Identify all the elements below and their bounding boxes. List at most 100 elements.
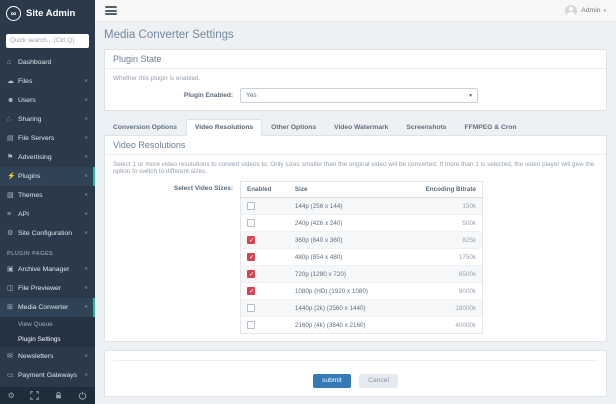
- table-row: 240p (426 x 240) 500k: [240, 214, 483, 232]
- chevron-down-icon: ∨: [84, 211, 88, 217]
- brand[interactable]: ∞ Site Admin: [0, 0, 95, 26]
- sidebar-item-label: Themes: [18, 191, 43, 199]
- page-content: Media Converter Settings Plugin State Wh…: [95, 22, 616, 404]
- gear-icon: ⚙: [7, 230, 14, 237]
- sidebar-subitem-view-queue[interactable]: View Queue: [0, 317, 95, 332]
- server-icon: ▤: [7, 135, 14, 142]
- video-resolutions-panel: Video Resolutions Select 1 or more video…: [104, 135, 607, 342]
- chevron-down-icon: ∨: [84, 372, 88, 378]
- select-video-sizes-label: Select Video Sizes:: [173, 185, 233, 192]
- sidebar: ∞ Site Admin ⌂ Dashboard ☁ Files ∨ ☻ Use…: [0, 0, 95, 404]
- sidebar-item-media-converter[interactable]: ⊞ Media Converter ∨: [0, 297, 95, 317]
- bitrate-cell: 825k: [400, 231, 483, 249]
- chevron-down-icon: ∨: [84, 173, 88, 179]
- bitrate-cell: 1750k: [400, 248, 483, 266]
- tab-video-resolutions[interactable]: Video Resolutions: [185, 119, 263, 136]
- checkbox-720p[interactable]: [247, 270, 255, 278]
- size-cell: 2160p (4k) (3840 x 2160): [288, 316, 401, 334]
- sidebar-item-label: Plugins: [18, 172, 41, 180]
- bitrate-cell: 500k: [400, 214, 483, 232]
- sidebar-item-newsletters[interactable]: ✉ Newsletters ∨: [0, 347, 95, 366]
- video-resolutions-description: Select 1 or more video resolutions to co…: [113, 161, 595, 175]
- submit-button[interactable]: submit: [313, 373, 351, 388]
- media-converter-submenu: View Queue Plugin Settings: [0, 316, 95, 347]
- tab-conversion-options[interactable]: Conversion Options: [104, 119, 186, 136]
- sidebar-item-label: File Previewer: [18, 284, 62, 292]
- sidebar-item-label: API: [18, 210, 29, 218]
- col-bitrate: Encoding Bitrate: [400, 181, 483, 198]
- chevron-down-icon: ∨: [84, 285, 88, 291]
- user-menu[interactable]: Admin ▾: [565, 4, 606, 17]
- checkbox-480p[interactable]: [247, 253, 255, 261]
- sidebar-item-advertising[interactable]: ⚑ Advertising ∨: [0, 148, 95, 167]
- sidebar-item-files[interactable]: ☁ Files ∨: [0, 72, 95, 91]
- sidebar-item-site-configuration[interactable]: ⚙ Site Configuration ∨: [0, 224, 95, 243]
- bitrate-cell: 150k: [400, 197, 483, 215]
- sidebar-item-label: Archive Manager: [18, 265, 70, 273]
- sidebar-item-themes[interactable]: ▧ Themes ∨: [0, 186, 95, 205]
- sidebar-item-label: Users: [18, 96, 36, 104]
- sidebar-item-users[interactable]: ☻ Users ∨: [0, 91, 95, 110]
- sidebar-item-sharing[interactable]: ∴ Sharing ∨: [0, 110, 95, 129]
- quick-search-input[interactable]: [6, 33, 89, 48]
- megaphone-icon: ⚑: [7, 154, 14, 161]
- table-row: 720p (1280 x 720) 6500k: [240, 265, 483, 283]
- checkbox-2160p[interactable]: [247, 321, 255, 329]
- preview-icon: ◫: [7, 285, 14, 292]
- bitrate-cell: 9000k: [400, 282, 483, 300]
- menu-toggle-icon[interactable]: [105, 5, 117, 17]
- card-icon: ▭: [7, 372, 14, 379]
- tab-screenshots[interactable]: Screenshots: [397, 119, 455, 136]
- chevron-down-icon: ∨: [84, 304, 88, 310]
- checkbox-1080p[interactable]: [247, 287, 255, 295]
- sidebar-item-label: Newsletters: [18, 352, 54, 360]
- tab-video-watermark[interactable]: Video Watermark: [325, 119, 397, 136]
- user-name: Admin: [581, 7, 601, 14]
- share-icon: ∴: [7, 116, 12, 123]
- sidebar-item-plugins[interactable]: ⚡ Plugins ∨: [0, 166, 95, 186]
- archive-icon: ▣: [7, 266, 14, 273]
- home-icon: ⌂: [7, 58, 12, 66]
- sidebar-item-file-servers[interactable]: ▤ File Servers ∨: [0, 129, 95, 148]
- sidebar-item-label: Files: [18, 77, 33, 85]
- sidebar-item-label: File Servers: [18, 134, 55, 142]
- checkbox-360p[interactable]: [247, 236, 255, 244]
- sidebar-footer-bar: ⚙: [0, 387, 95, 404]
- tab-other-options[interactable]: Other Options: [262, 119, 325, 136]
- col-enabled: Enabled: [240, 181, 289, 198]
- checkbox-240p[interactable]: [247, 219, 255, 227]
- sidebar-item-archive-manager[interactable]: ▣ Archive Manager ∨: [0, 260, 95, 279]
- sidebar-item-dashboard[interactable]: ⌂ Dashboard: [0, 53, 95, 72]
- checkbox-1440p[interactable]: [247, 304, 255, 312]
- sidebar-item-file-previewer[interactable]: ◫ File Previewer ∨: [0, 279, 95, 298]
- tab-ffmpeg-cron[interactable]: FFMPEG & Cron: [456, 119, 526, 136]
- sidebar-item-payment-gateways[interactable]: ▭ Payment Gateways ∨: [0, 366, 95, 385]
- cloud-icon: ☁: [7, 78, 14, 85]
- col-size: Size: [288, 181, 401, 198]
- checkbox-144p[interactable]: [247, 202, 255, 210]
- plugin-enabled-select[interactable]: Yes ▾: [240, 88, 478, 103]
- sidebar-nav: ⌂ Dashboard ☁ Files ∨ ☻ Users ∨ ∴ Sharin…: [0, 53, 95, 385]
- caret-down-icon: ▾: [603, 7, 606, 14]
- plugin-enabled-value: Yes: [246, 92, 257, 99]
- lock-icon[interactable]: [54, 391, 63, 400]
- size-cell: 720p (1280 x 720): [288, 265, 401, 283]
- cancel-button[interactable]: Cancel: [359, 373, 398, 388]
- sidebar-search: [0, 26, 95, 53]
- size-cell: 1080p (HD) (1920 x 1080): [288, 282, 401, 300]
- sidebar-subitem-plugin-settings[interactable]: Plugin Settings: [0, 332, 95, 347]
- chevron-down-icon: ∨: [84, 192, 88, 198]
- table-row: 1080p (HD) (1920 x 1080) 9000k: [240, 282, 483, 300]
- fullscreen-icon[interactable]: [30, 391, 39, 400]
- video-sizes-table: Enabled Size Encoding Bitrate 144p (256 …: [240, 181, 483, 334]
- chevron-down-icon: ∨: [84, 97, 88, 103]
- sidebar-item-label: Dashboard: [18, 58, 52, 66]
- sidebar-item-api[interactable]: ≡ API ∨: [0, 205, 95, 224]
- settings-icon[interactable]: ⚙: [8, 391, 15, 400]
- plug-icon: ⚡: [7, 173, 16, 180]
- image-icon: ▧: [7, 192, 14, 199]
- sidebar-item-label: Site Configuration: [18, 229, 73, 237]
- power-icon[interactable]: [78, 391, 87, 400]
- app-root: ∞ Site Admin ⌂ Dashboard ☁ Files ∨ ☻ Use…: [0, 0, 616, 404]
- form-actions: submit Cancel: [104, 350, 607, 397]
